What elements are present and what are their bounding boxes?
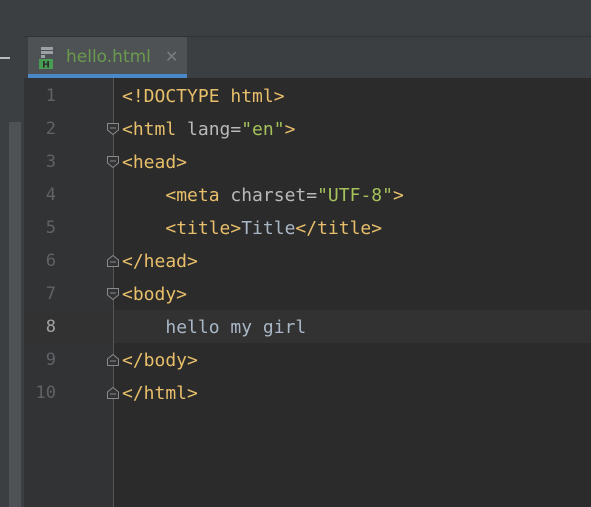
head-close-tag: </head> [122, 251, 198, 272]
attr-name: lang [176, 119, 231, 140]
tag-close-bracket: > [284, 119, 296, 140]
body-open-tag: <body> [122, 284, 188, 305]
line-number: 10 [35, 383, 56, 403]
line-number: 3 [45, 152, 56, 172]
doctype-keyword: <!DOCTYPE [122, 86, 220, 107]
tool-window-strip [0, 36, 24, 507]
title-open-tag: <title> [165, 218, 242, 239]
html-file-icon: H [39, 47, 53, 71]
code-line-2[interactable]: <html lang="en"> [122, 113, 295, 146]
attr-equals: = [230, 119, 242, 140]
html-open-tag: <html [122, 119, 177, 140]
fold-close-icon[interactable] [106, 386, 120, 400]
fold-open-icon[interactable] [106, 122, 120, 136]
current-line-highlight [24, 310, 591, 343]
line-number: 5 [45, 218, 56, 238]
line-number: 7 [45, 284, 56, 304]
close-icon[interactable]: ✕ [165, 47, 178, 66]
code-line-7[interactable]: <body> [122, 278, 187, 311]
tab-label: hello.html [66, 47, 151, 67]
line-number: 2 [45, 119, 56, 139]
attr-name: charset [219, 185, 307, 206]
tag-close-bracket: > [392, 185, 404, 206]
attr-value: "en" [241, 119, 285, 140]
code-line-3[interactable]: <head> [122, 146, 187, 179]
code-line-8[interactable]: hello my girl [122, 311, 306, 344]
html-close-tag: </html> [122, 383, 198, 404]
code-line-4[interactable]: <meta charset="UTF-8"> [122, 179, 404, 212]
code-line-6[interactable]: </head> [122, 245, 198, 278]
tool-window-scrollbar[interactable] [9, 122, 21, 507]
attr-equals: = [306, 185, 318, 206]
title-text: Title [241, 218, 296, 239]
tab-hello-html[interactable]: H hello.html ✕ [28, 37, 187, 78]
doctype-rest: html> [219, 86, 285, 107]
line-number-current: 8 [45, 317, 56, 337]
line-number: 6 [45, 251, 56, 271]
code-line-9[interactable]: </body> [122, 344, 198, 377]
meta-open-tag: <meta [165, 185, 220, 206]
fold-open-icon[interactable] [106, 287, 120, 301]
fold-close-icon[interactable] [106, 353, 120, 367]
fold-close-icon[interactable] [106, 254, 120, 268]
body-text: hello my girl [165, 317, 307, 338]
title-close-tag: </title> [295, 218, 383, 239]
fold-open-icon[interactable] [106, 155, 120, 169]
line-number: 1 [45, 86, 56, 106]
line-number: 9 [45, 350, 56, 370]
code-line-10[interactable]: </html> [122, 377, 198, 410]
code-line-1[interactable]: <!DOCTYPE html> [122, 80, 285, 113]
code-line-5[interactable]: <title>Title</title> [122, 212, 382, 245]
attr-value: "UTF-8" [317, 185, 393, 206]
editor-top-bar [0, 0, 591, 37]
minimize-icon[interactable] [0, 57, 10, 59]
line-number: 4 [45, 185, 56, 205]
editor-tab-bar: H hello.html ✕ [24, 37, 591, 79]
head-open-tag: <head> [122, 152, 188, 173]
body-close-tag: </body> [122, 350, 198, 371]
html-file-icon-letter: H [42, 61, 50, 71]
